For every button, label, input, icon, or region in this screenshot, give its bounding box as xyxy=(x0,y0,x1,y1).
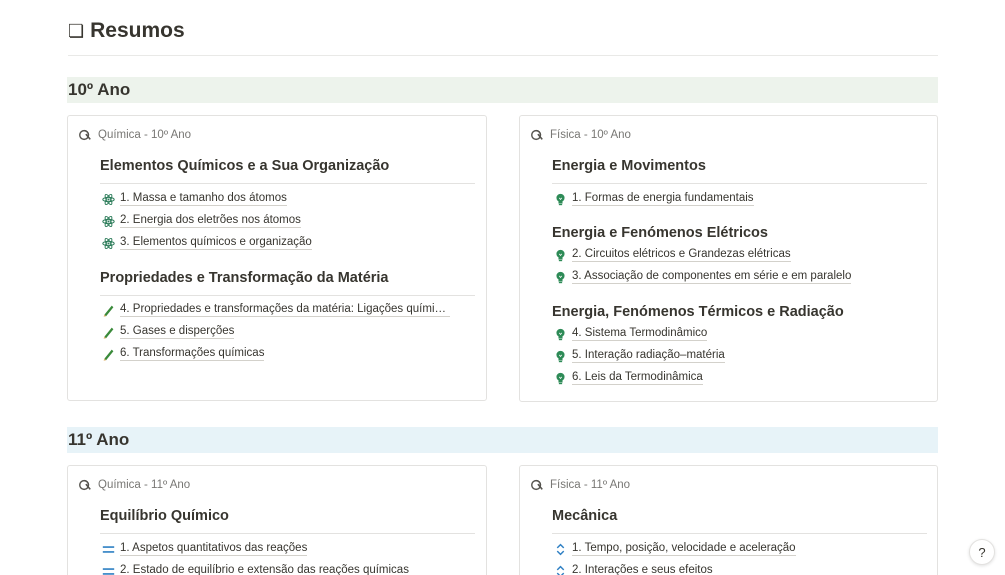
card-label[interactable]: Física - 11º Ano xyxy=(530,478,630,492)
list-item[interactable]: 6. Transformações químicas xyxy=(101,347,265,361)
linked-db-icon xyxy=(79,479,91,491)
page-title-text: Resumos xyxy=(90,19,185,42)
linked-page-card-fisica-11[interactable]: Física - 11º Ano Mecânica 1. Tempo, posi… xyxy=(519,465,938,575)
equals-icon xyxy=(101,564,115,575)
group-divider xyxy=(552,533,927,534)
linked-db-icon xyxy=(531,479,543,491)
page-icon: ❏ xyxy=(68,21,85,41)
section-header-11: 11º Ano xyxy=(67,427,938,453)
list-item[interactable]: 6. Leis da Termodinâmica xyxy=(553,371,703,385)
atom-icon xyxy=(101,192,115,206)
title-divider xyxy=(68,55,938,56)
list-item[interactable]: 2. Energia dos eletrões nos átomos xyxy=(101,214,301,228)
list-item[interactable]: 1. Tempo, posição, velocidade e aceleraç… xyxy=(553,542,796,556)
card-label[interactable]: Química - 10º Ano xyxy=(78,128,191,142)
lightbulb-icon xyxy=(553,349,567,363)
expand-arrows-icon xyxy=(553,564,567,575)
help-button[interactable]: ? xyxy=(969,539,995,565)
card-label[interactable]: Química - 11º Ano xyxy=(78,478,190,492)
linked-page-card-fisica-10[interactable]: Física - 10º Ano Energia e Movimentos 1.… xyxy=(519,115,938,402)
group-title: Propriedades e Transformação da Matéria xyxy=(100,270,389,286)
pencil-icon xyxy=(101,325,115,339)
linked-db-icon xyxy=(531,129,543,141)
group-divider xyxy=(100,183,475,184)
list-item[interactable]: 3. Associação de componentes em série e … xyxy=(553,270,852,284)
list-item[interactable]: 4. Propriedades e transformações da maté… xyxy=(101,303,450,317)
pencil-icon xyxy=(101,303,115,317)
linked-db-icon xyxy=(79,129,91,141)
group-divider xyxy=(100,295,475,296)
group-title: Equilíbrio Químico xyxy=(100,508,229,524)
lightbulb-icon xyxy=(553,371,567,385)
group-divider xyxy=(552,183,927,184)
list-item[interactable]: 2. Interações e seus efeitos xyxy=(553,564,713,575)
lightbulb-icon xyxy=(553,248,567,262)
card-label[interactable]: Física - 10º Ano xyxy=(530,128,631,142)
list-item[interactable]: 1. Massa e tamanho dos átomos xyxy=(101,192,287,206)
group-title: Mecânica xyxy=(552,508,618,524)
section-header-10: 10º Ano xyxy=(67,77,938,103)
equals-icon xyxy=(101,542,115,556)
group-title: Energia e Fenómenos Elétricos xyxy=(552,225,768,241)
list-item[interactable]: 3. Elementos químicos e organização xyxy=(101,236,312,250)
group-divider xyxy=(100,533,475,534)
page-title: ❏ Resumos xyxy=(68,19,185,43)
pencil-icon xyxy=(101,347,115,361)
list-item[interactable]: 1. Aspetos quantitativos das reações xyxy=(101,542,308,556)
linked-page-card-quimica-11[interactable]: Química - 11º Ano Equilíbrio Químico 1. … xyxy=(67,465,487,575)
linked-page-card-quimica-10[interactable]: Química - 10º Ano Elementos Químicos e a… xyxy=(67,115,487,401)
atom-icon xyxy=(101,236,115,250)
list-item[interactable]: 1. Formas de energia fundamentais xyxy=(553,192,754,206)
list-item[interactable]: 4. Sistema Termodinâmico xyxy=(553,327,708,341)
group-title: Energia, Fenómenos Térmicos e Radiação xyxy=(552,304,844,320)
expand-arrows-icon xyxy=(553,542,567,556)
list-item[interactable]: 2. Estado de equilíbrio e extensão das r… xyxy=(101,564,409,575)
lightbulb-icon xyxy=(553,270,567,284)
lightbulb-icon xyxy=(553,192,567,206)
lightbulb-icon xyxy=(553,327,567,341)
group-title: Elementos Químicos e a Sua Organização xyxy=(100,158,390,174)
list-item[interactable]: 2. Circuitos elétricos e Grandezas elétr… xyxy=(553,248,791,262)
atom-icon xyxy=(101,214,115,228)
list-item[interactable]: 5. Interação radiação–matéria xyxy=(553,349,725,363)
group-title: Energia e Movimentos xyxy=(552,158,706,174)
list-item[interactable]: 5. Gases e disperções xyxy=(101,325,235,339)
